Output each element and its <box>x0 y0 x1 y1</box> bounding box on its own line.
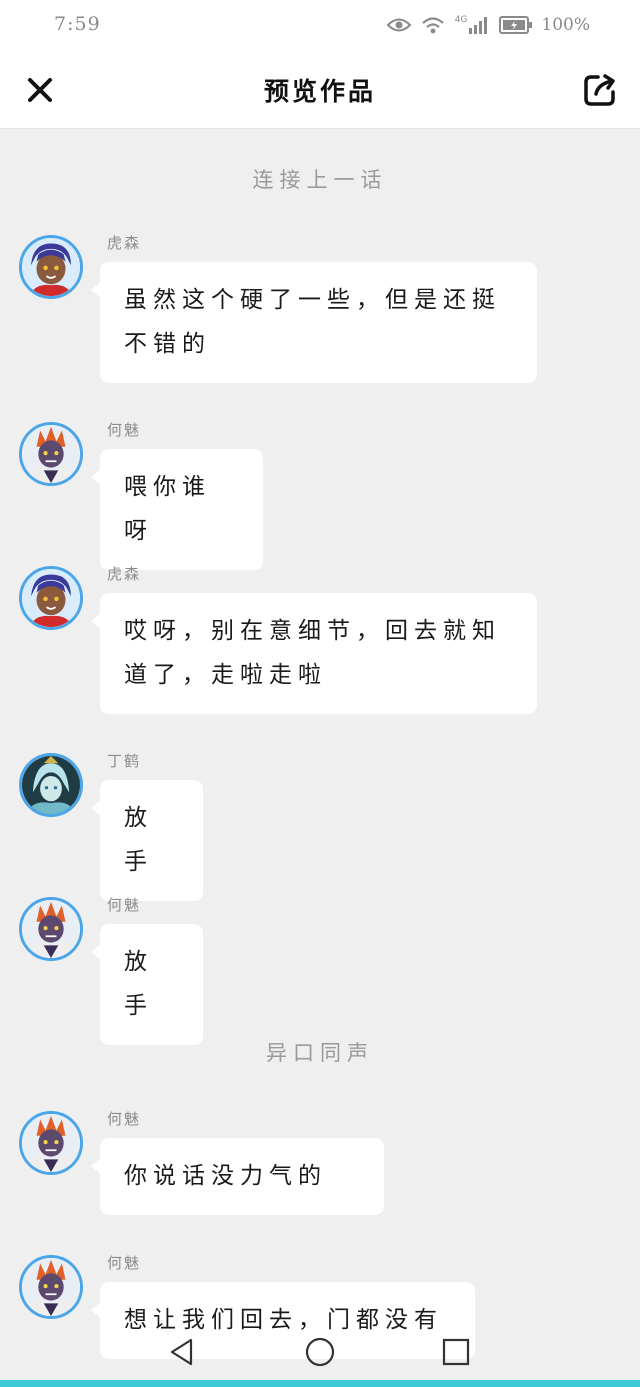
sender-name: 何魅 <box>107 421 142 439</box>
title-bar: 预览作品 <box>0 52 640 129</box>
avatar-hu-sen[interactable] <box>19 235 83 299</box>
battery-icon <box>499 16 533 34</box>
message-bubble[interactable]: 虽然这个硬了一些，但是还挺不错的 <box>91 262 537 383</box>
eye-icon <box>386 17 411 33</box>
sender-name: 虎森 <box>107 565 142 583</box>
share-icon <box>584 74 615 106</box>
battery-percent: 100% <box>541 15 590 35</box>
avatar-he-mei[interactable] <box>19 422 83 486</box>
home-icon <box>305 1337 335 1367</box>
status-time: 7:59 <box>54 13 101 35</box>
divider-in-unison: 异口同声 <box>266 1041 374 1065</box>
avatar-hu-sen[interactable] <box>19 566 83 630</box>
message-bubble[interactable]: 喂你谁呀 <box>91 449 263 570</box>
avatar-ding-he[interactable] <box>19 753 83 817</box>
wifi-icon <box>421 15 445 35</box>
status-bar: 7:59 4G 100% <box>0 0 640 52</box>
chat-area[interactable]: 连接上一话 虎森 虽然这个硬了一些，但是还挺不错的 何魅 喂你谁呀 虎森 哎呀，… <box>0 129 640 1380</box>
back-button[interactable] <box>166 1336 198 1368</box>
message-bubble[interactable]: 放手 <box>91 780 203 901</box>
message-bubble[interactable]: 哎呀，别在意细节，回去就知道了，走啦走啦 <box>91 593 537 714</box>
avatar-he-mei[interactable] <box>19 1111 83 1175</box>
sender-name: 虎森 <box>107 234 142 252</box>
recents-button[interactable] <box>440 1336 472 1368</box>
share-button[interactable] <box>580 70 620 110</box>
network-label: 4G <box>454 15 468 25</box>
signal-icon <box>469 16 489 34</box>
avatar-he-mei[interactable] <box>19 1255 83 1319</box>
avatar-he-mei[interactable] <box>19 897 83 961</box>
system-nav-bar <box>0 1322 640 1380</box>
sender-name: 何魅 <box>107 1254 142 1272</box>
sender-name: 丁鹤 <box>107 752 142 770</box>
recents-icon <box>442 1338 470 1366</box>
message-bubble[interactable]: 你说话没力气的 <box>91 1138 384 1215</box>
message-bubble[interactable]: 放手 <box>91 924 203 1045</box>
bottom-accent-bar <box>0 1380 640 1387</box>
home-button[interactable] <box>304 1336 336 1368</box>
sender-name: 何魅 <box>107 1110 142 1128</box>
back-icon <box>170 1338 193 1366</box>
status-icons: 4G 100% <box>386 12 590 38</box>
sender-name: 何魅 <box>107 896 142 914</box>
page-title: 预览作品 <box>263 77 376 106</box>
divider-continue-previous: 连接上一话 <box>252 168 388 192</box>
